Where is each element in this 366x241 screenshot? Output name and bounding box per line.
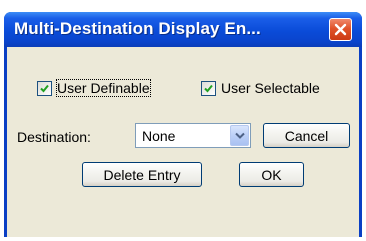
title-bar[interactable]: Multi-Destination Display En...: [4, 12, 362, 47]
user-selectable-label: User Selectable: [221, 80, 320, 96]
user-definable-checkbox[interactable]: [37, 80, 52, 96]
close-icon: [334, 23, 347, 36]
close-button[interactable]: [329, 18, 352, 41]
user-selectable-checkbox[interactable]: [201, 80, 216, 96]
delete-entry-button[interactable]: Delete Entry: [82, 162, 202, 187]
dropdown-button[interactable]: [230, 125, 249, 146]
destination-select[interactable]: None: [135, 123, 251, 148]
check-icon: [204, 84, 213, 92]
ok-button[interactable]: OK: [239, 162, 304, 187]
dialog-body: User Definable User Selectable Destinati…: [7, 47, 359, 237]
dialog-window: Multi-Destination Display En... User Def…: [4, 12, 362, 237]
check-icon: [40, 84, 49, 92]
window-title: Multi-Destination Display En...: [14, 19, 261, 38]
user-selectable-option[interactable]: User Selectable: [201, 79, 320, 97]
destination-value: None: [142, 128, 176, 144]
user-definable-label: User Definable: [56, 79, 151, 97]
cancel-button[interactable]: Cancel: [263, 123, 350, 148]
chevron-down-icon: [235, 132, 245, 139]
destination-label: Destination:: [17, 129, 91, 145]
user-definable-option[interactable]: User Definable: [37, 79, 151, 97]
